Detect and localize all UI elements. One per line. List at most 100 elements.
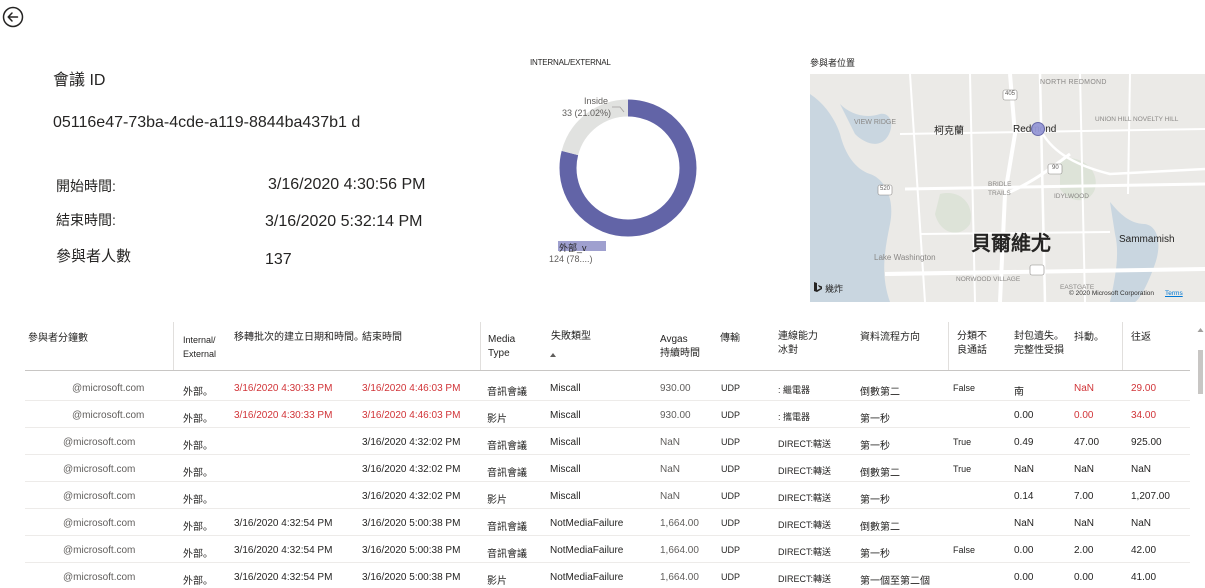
back-arrow-icon <box>2 6 24 28</box>
cell-jitter: NaN <box>1074 464 1095 475</box>
col-avg-duration-header[interactable]: Avgas 持續時間 <box>660 333 716 361</box>
sammamish-label: Sammamish <box>1119 234 1175 245</box>
start-time-value: 3/16/2020 4:30:56 PM <box>268 176 426 193</box>
cell-failure: Miscall <box>550 464 581 475</box>
col-end-header[interactable]: 結束時間 <box>362 331 402 345</box>
cell-avg: 1,664.00 <box>660 518 699 529</box>
inside-label: Inside <box>584 96 609 106</box>
cell-rtt: 925.00 <box>1131 437 1162 448</box>
meeting-id-value: 05116e47-73ba-4cde-a119-8844ba437b1 d <box>53 114 361 131</box>
cell-stream: 第一秒 <box>860 495 890 506</box>
col-media-header[interactable]: Media Type <box>488 333 536 361</box>
view-ridge-label: VIEW RIDGE <box>854 119 897 126</box>
outside-label: 外部_v <box>559 243 587 253</box>
cell-end: 3/16/2020 4:46:03 PM <box>362 410 461 421</box>
col-jitter-header[interactable]: 抖動。 <box>1074 331 1104 345</box>
bing-logo-icon <box>814 282 822 292</box>
cell-rtt: NaN <box>1131 518 1152 529</box>
cell-rtt: 42.00 <box>1131 545 1157 556</box>
cell-internal: 外部。 <box>183 495 213 506</box>
cell-media: 影片 <box>487 414 507 425</box>
cell-transport: UDP <box>721 437 741 447</box>
col-transport-header[interactable]: 傳輸 <box>720 332 740 346</box>
redmond-location-bubble[interactable] <box>1031 122 1045 136</box>
map-terms-link[interactable]: Terms <box>1165 290 1183 297</box>
cell-connectivity: DIRECT:轉送 <box>778 466 832 476</box>
cell-classify: True <box>953 464 972 474</box>
end-time-label: 結束時間: <box>56 212 116 228</box>
col-classify-header[interactable]: 分類不 良通話 <box>957 330 1002 358</box>
cell-created: 3/16/2020 4:30:33 PM <box>234 383 333 394</box>
cell-classify: False <box>953 545 976 555</box>
start-time-label: 開始時間: <box>56 178 116 194</box>
col-packet-loss-header[interactable]: 封包遺失。 完整性受損 <box>1014 330 1074 358</box>
map-title: 參與者位置 <box>810 58 856 68</box>
cell-connectivity: DIRECT:轄送 <box>778 439 832 449</box>
cell-transport: UDP <box>721 491 741 501</box>
table-row[interactable]: @microsoft.com 外部。 3/16/2020 4:30:33 PM 3/1… <box>0 401 1190 428</box>
cell-participant: @microsoft.com <box>63 491 136 502</box>
cell-rtt: 41.00 <box>1131 572 1157 583</box>
cell-transport: UDP <box>721 383 741 393</box>
col-participant-header[interactable]: 參與者分鐘數 <box>28 332 88 346</box>
col-internal-header[interactable]: Internal/ External <box>183 333 231 361</box>
table-row[interactable]: @microsoft.com 外部。 3/16/2020 4:32:54 PM 3/1… <box>0 563 1190 588</box>
table-row[interactable]: @microsoft.com 外部。 3/16/2020 4:32:54 PM 3/1… <box>0 509 1190 536</box>
table-row[interactable]: @microsoft.com 外部。 3/16/2020 4:32:02 PM 音訊會… <box>0 455 1190 482</box>
col-rtt-header[interactable]: 往返 <box>1131 331 1151 345</box>
internal-external-donut-chart[interactable]: Inside 33 (21.02%) 外部_v 124 (78....) <box>540 90 740 270</box>
table-row[interactable]: @microsoft.com 外部。 3/16/2020 4:32:02 PM 影片 M… <box>0 482 1190 509</box>
participant-location-map[interactable]: 405 520 90 NORTH REDMOND VIEW RIDGE 柯克蘭 … <box>810 74 1205 302</box>
cell-transport: UDP <box>721 464 741 474</box>
cell-participant: @microsoft.com <box>72 383 145 394</box>
cell-avg: 1,664.00 <box>660 545 699 556</box>
cell-classify: False <box>953 383 976 393</box>
cell-avg: NaN <box>660 437 681 448</box>
norwood-village-label: NORWOOD VILLAGE <box>956 276 1021 283</box>
cell-media: 音訊會議 <box>487 441 527 452</box>
meeting-id-label: 會議 ID <box>53 72 106 89</box>
cell-participant: @microsoft.com <box>63 464 136 475</box>
table-row[interactable]: @microsoft.com 外部。 3/16/2020 4:30:33 PM 3/1… <box>0 374 1190 401</box>
cell-jitter: 47.00 <box>1074 437 1100 448</box>
union-hill-label: UNION HILL NOVELTY HILL <box>1095 116 1179 123</box>
donut-chart-title: INTERNAL/EXTERNAL <box>530 58 611 67</box>
scrollbar-thumb[interactable] <box>1198 350 1203 394</box>
cell-failure: Miscall <box>550 383 581 394</box>
cell-packet: 南 <box>1014 387 1024 398</box>
cell-transport: UDP <box>721 545 741 555</box>
cell-end: 3/16/2020 5:00:38 PM <box>362 545 461 556</box>
cell-created: 3/16/2020 4:32:54 PM <box>234 545 333 556</box>
participant-count-label: 參與者人數 <box>56 248 132 265</box>
col-created-header[interactable]: 移轉批次的建立日期和時間。 <box>234 331 364 345</box>
lake-washington-label: Lake Washington <box>874 253 936 262</box>
cell-transport: UDP <box>721 518 741 528</box>
cell-stream: 倒數第二 <box>860 522 900 533</box>
table-header: 參與者分鐘數 Internal/ External 移轉批次的建立日期和時間。 … <box>0 322 1190 370</box>
cell-connectivity: DIRECT:轉送 <box>778 574 832 584</box>
cell-internal: 外部。 <box>183 522 213 533</box>
cell-connectivity: DIRECT:轄送 <box>778 493 832 503</box>
cell-connectivity: DIRECT:轄送 <box>778 547 832 557</box>
cell-stream: 第一秒 <box>860 441 890 452</box>
cell-internal: 外部。 <box>183 549 213 560</box>
table-row[interactable]: @microsoft.com 外部。 3/16/2020 4:32:02 PM 音訊會… <box>0 428 1190 455</box>
sort-ascending-icon[interactable] <box>549 352 557 358</box>
cell-media: 影片 <box>487 576 507 587</box>
back-button[interactable] <box>2 6 24 28</box>
col-connectivity-header[interactable]: 連線能力 冰對 <box>778 330 838 358</box>
cell-failure: Miscall <box>550 491 581 502</box>
participant-details-table: 參與者分鐘數 Internal/ External 移轉批次的建立日期和時間。 … <box>0 322 1205 588</box>
col-stream-direction-header[interactable]: 資料流程方向 <box>860 331 920 345</box>
table-row[interactable]: @microsoft.com 外部。 3/16/2020 4:32:54 PM 3/1… <box>0 536 1190 563</box>
cell-failure: NotMediaFailure <box>550 572 624 583</box>
cell-participant: @microsoft.com <box>63 572 136 583</box>
cell-avg: 930.00 <box>660 410 691 421</box>
cell-stream: 第一秒 <box>860 414 890 425</box>
cell-packet: 0.49 <box>1014 437 1034 448</box>
cell-internal: 外部。 <box>183 468 213 479</box>
col-failure-header[interactable]: 失敗類型 <box>551 330 591 344</box>
cell-end: 3/16/2020 4:32:02 PM <box>362 491 461 502</box>
cell-failure: NotMediaFailure <box>550 545 624 556</box>
scroll-up-icon[interactable] <box>1196 326 1205 334</box>
